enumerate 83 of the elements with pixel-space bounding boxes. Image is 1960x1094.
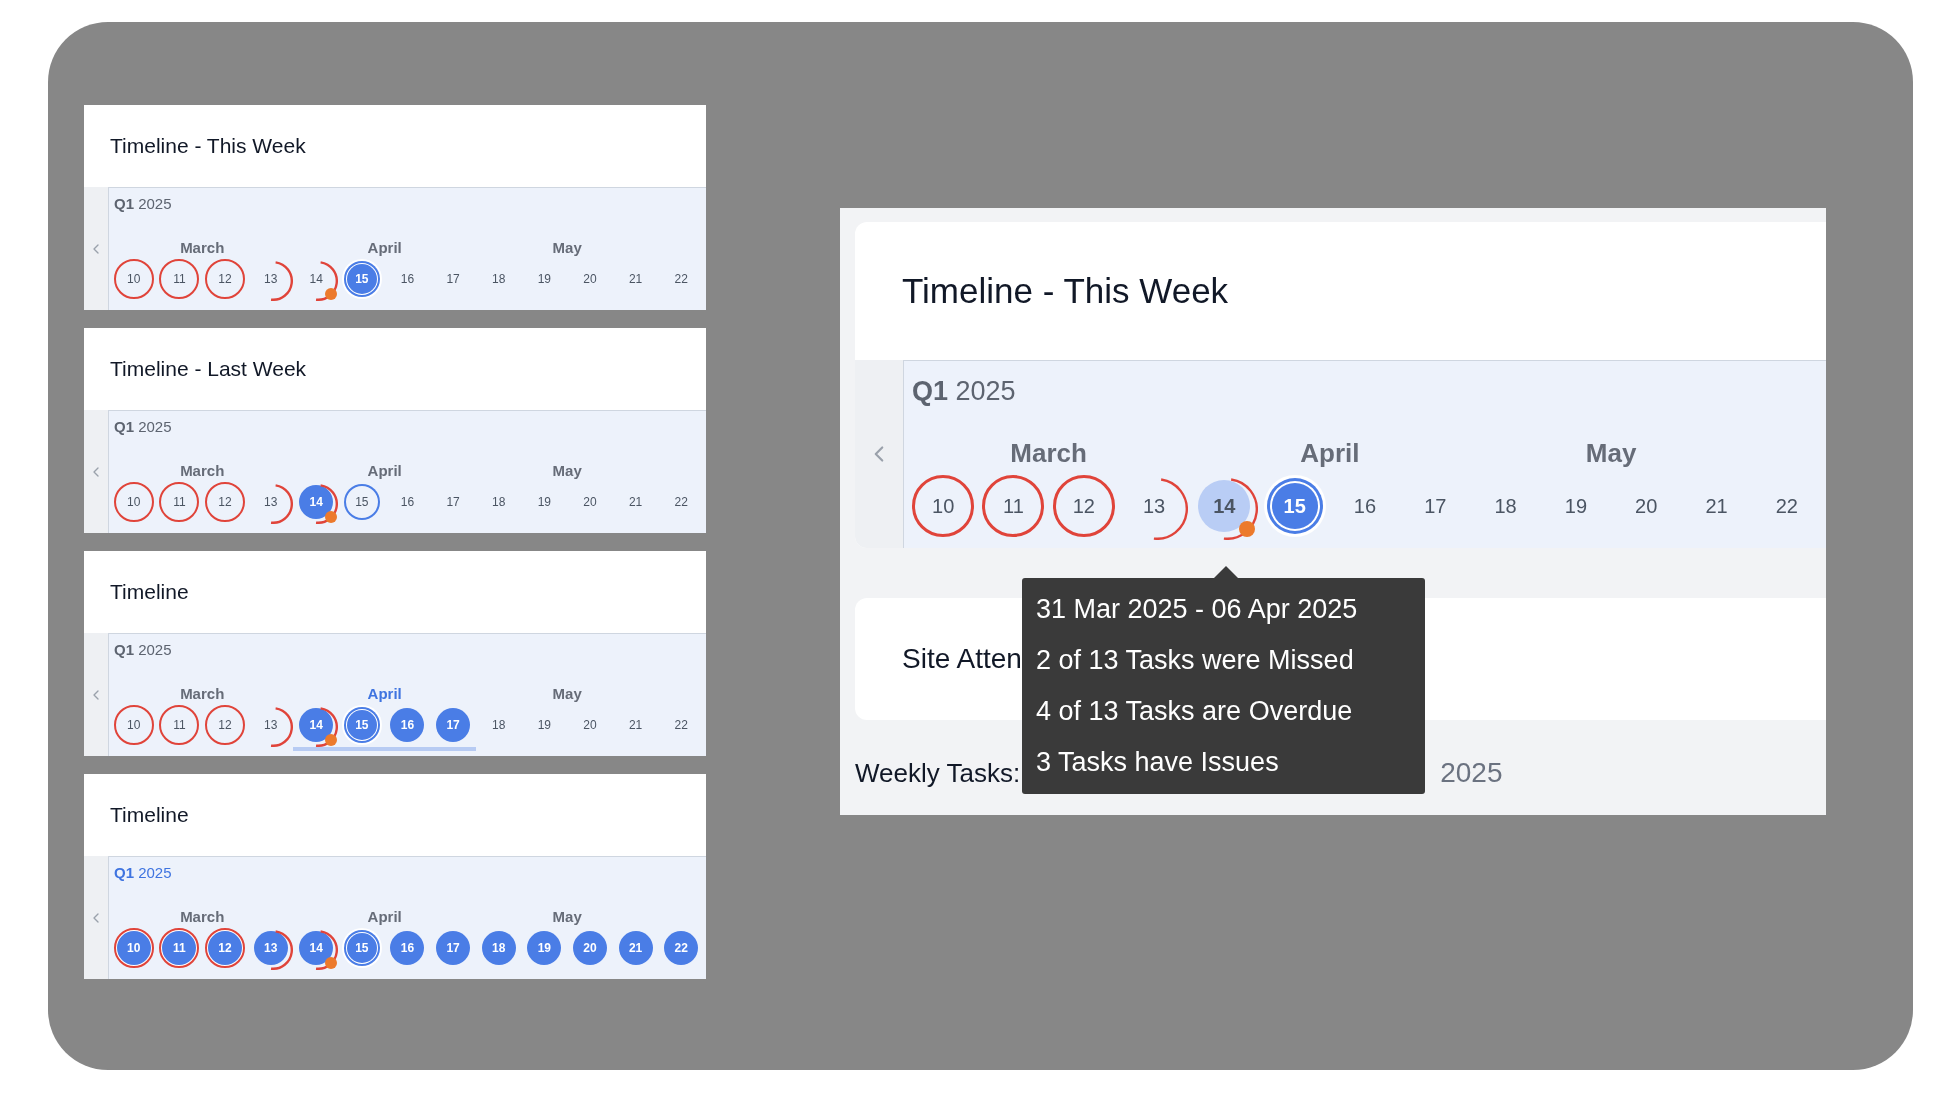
month-label[interactable]: April: [367, 461, 402, 481]
day-button[interactable]: 13: [250, 259, 291, 299]
month-label[interactable]: May: [552, 238, 582, 258]
day-button[interactable]: 10: [912, 475, 975, 537]
day-button[interactable]: 11: [159, 705, 200, 745]
day-button[interactable]: 13: [250, 705, 291, 745]
day-button[interactable]: 20: [1615, 475, 1678, 537]
day-button[interactable]: 19: [524, 705, 565, 745]
month-label[interactable]: March: [180, 907, 225, 927]
day-button[interactable]: 11: [159, 259, 200, 299]
month-label[interactable]: March: [180, 238, 225, 258]
day-button[interactable]: 11: [159, 928, 200, 968]
month-label[interactable]: May: [1585, 437, 1637, 469]
day-button[interactable]: 17: [433, 482, 474, 522]
day-button[interactable]: 15: [341, 259, 382, 299]
day-button[interactable]: 14: [296, 259, 337, 299]
day-button[interactable]: 22: [661, 705, 702, 745]
day-button[interactable]: 10: [113, 482, 154, 522]
day-button[interactable]: 20: [569, 482, 610, 522]
day-button[interactable]: 16: [387, 259, 428, 299]
day-button[interactable]: 16: [387, 482, 428, 522]
day-button[interactable]: 12: [1052, 475, 1115, 537]
day-button[interactable]: 19: [524, 482, 565, 522]
quarter-label[interactable]: Q1 2025: [908, 375, 1822, 407]
day-button[interactable]: 16: [1334, 475, 1396, 537]
day-button[interactable]: 21: [615, 482, 656, 522]
day-button[interactable]: 21: [615, 259, 656, 299]
month-label[interactable]: May: [552, 461, 582, 481]
day-button[interactable]: 20: [569, 705, 610, 745]
month-label[interactable]: March: [180, 684, 225, 704]
day-button[interactable]: 11: [982, 475, 1045, 537]
month-label[interactable]: April: [367, 907, 402, 927]
day-button[interactable]: 11: [159, 482, 200, 522]
day-button[interactable]: 18: [478, 259, 519, 299]
day-button[interactable]: 10: [113, 928, 154, 968]
weekly-tasks-label: Weekly Tasks:: [855, 756, 1021, 790]
day-button[interactable]: 10: [113, 705, 154, 745]
day-button[interactable]: 19: [524, 259, 565, 299]
day-button[interactable]: 18: [478, 482, 519, 522]
day-button[interactable]: 12: [205, 928, 246, 968]
month-label[interactable]: April: [367, 684, 402, 704]
card-title: Timeline - Last Week: [110, 356, 307, 383]
day-button[interactable]: 12: [205, 259, 246, 299]
card-title: Timeline - This Week: [902, 269, 1229, 312]
tooltip-text: 4 of 13 Tasks are Overdue: [1036, 695, 1354, 728]
card-title: Site Atten: [902, 642, 1022, 676]
card-title: Timeline - This Week: [110, 133, 306, 160]
card-title: Timeline: [110, 802, 189, 829]
month-label[interactable]: May: [552, 907, 582, 927]
month-label[interactable]: April: [1300, 437, 1360, 469]
day-button[interactable]: 12: [205, 482, 246, 522]
month-label[interactable]: March: [180, 461, 225, 481]
quarter-label[interactable]: Q1 2025: [111, 863, 704, 883]
day-button[interactable]: 15: [341, 705, 382, 745]
day-button[interactable]: 20: [569, 259, 610, 299]
tooltip-text: 31 Mar 2025 - 06 Apr 2025: [1036, 593, 1359, 626]
card-title: Timeline: [110, 579, 189, 606]
day-button[interactable]: 15: [1263, 475, 1326, 537]
day-button[interactable]: 18: [478, 705, 519, 745]
day-button[interactable]: 22: [661, 259, 702, 299]
day-button[interactable]: 15: [341, 482, 382, 522]
deadline-date: 2025: [1440, 756, 1503, 790]
day-button[interactable]: 21: [615, 705, 656, 745]
day-button[interactable]: 13: [1123, 475, 1186, 537]
day-button[interactable]: 21: [1685, 475, 1748, 537]
quarter-label[interactable]: Q1 2025: [111, 640, 704, 660]
day-button[interactable]: 10: [113, 259, 154, 299]
day-button[interactable]: 19: [1544, 475, 1607, 537]
day-button[interactable]: 17: [1404, 475, 1467, 537]
tooltip-text: 2 of 13 Tasks were Missed: [1036, 644, 1355, 677]
day-button[interactable]: 12: [205, 705, 246, 745]
day-button[interactable]: 22: [661, 482, 702, 522]
month-label[interactable]: May: [552, 684, 582, 704]
quarter-label[interactable]: Q1 2025: [111, 417, 704, 437]
day-button[interactable]: 17: [433, 259, 474, 299]
day-button[interactable]: 15: [341, 928, 382, 968]
quarter-label[interactable]: Q1 2025: [111, 194, 704, 214]
month-label[interactable]: March: [1010, 437, 1087, 469]
day-button[interactable]: 22: [1755, 475, 1818, 537]
tooltip-text: 3 Tasks have Issues: [1036, 746, 1280, 779]
month-label[interactable]: April: [367, 238, 402, 258]
day-button[interactable]: 13: [250, 482, 291, 522]
day-button[interactable]: 18: [1474, 475, 1537, 537]
